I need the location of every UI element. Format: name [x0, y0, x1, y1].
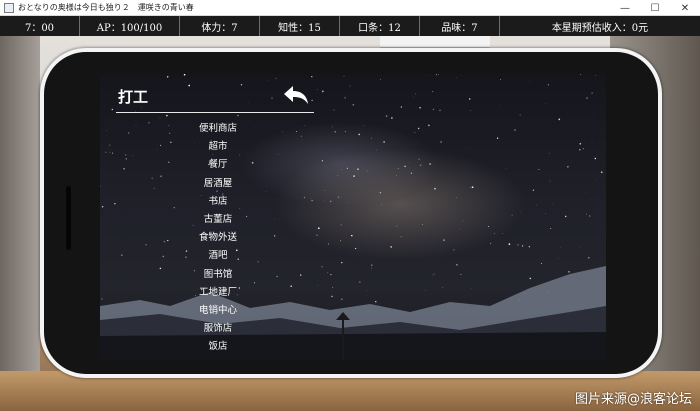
time-display: 7：00 [0, 16, 80, 36]
job-list: 便利商店 超市 餐厅 居酒屋 书店 古董店 食物外送 酒吧 图书馆 工地建厂 电销中心 服饰店 饭店 [178, 120, 258, 356]
job-item[interactable]: 饭店 [178, 338, 258, 356]
mountain-silhouette [100, 266, 606, 360]
page-title: 打工 [118, 88, 149, 106]
phone-screen: 打工 便利商店 超市 餐厅 居酒屋 书店 古董店 食物外送 酒吧 图书馆 工地建厂 电销中心 服饰店饭… [100, 74, 606, 360]
window-titlebar: おとなりの奥様は今日も独り２ 運咲きの青い春 — ☐ ✕ [0, 0, 700, 16]
job-item[interactable]: 居酒屋 [178, 175, 258, 193]
phone-device: 打工 便利商店 超市 餐厅 居酒屋 书店 古董店 食物外送 酒吧 图书馆 工地建厂 电销中心 服饰店饭… [40, 48, 662, 378]
job-item[interactable]: 食物外送 [178, 229, 258, 247]
job-item[interactable]: 服饰店 [178, 320, 258, 338]
stamina-display: 体力：7 [180, 16, 260, 36]
weekly-income-display: 本星期预估收入：0元 [551, 22, 649, 34]
ap-display: AP：100/100 [80, 16, 180, 36]
job-item[interactable]: 工地建厂 [178, 284, 258, 302]
job-item[interactable]: 酒吧 [178, 247, 258, 265]
status-bar: 7：00 AP：100/100 体力：7 知性：15 口条：12 品味：7 本星… [0, 16, 700, 36]
minimize-button[interactable]: — [610, 0, 640, 16]
watermark-text: 图片来源@浪客论坛 [574, 392, 692, 407]
job-item[interactable]: 餐厅 [178, 156, 258, 174]
back-arrow-icon [284, 86, 308, 104]
eloquence-display: 口条：12 [340, 16, 420, 36]
job-item[interactable]: 图书馆 [178, 266, 258, 284]
taste-display: 品味：7 [420, 16, 500, 36]
app-icon [4, 2, 14, 13]
job-item[interactable]: 便利商店 [178, 120, 258, 138]
job-item[interactable]: 电销中心 [178, 302, 258, 320]
job-item[interactable]: 超市 [178, 138, 258, 156]
maximize-button[interactable]: ☐ [640, 0, 670, 16]
job-item[interactable]: 书店 [178, 193, 258, 211]
window-title: おとなりの奥様は今日も独り２ 運咲きの青い春 [18, 3, 194, 12]
back-button[interactable] [282, 84, 310, 106]
intelligence-display: 知性：15 [260, 16, 340, 36]
left-wall [0, 36, 40, 411]
window-controls: — ☐ ✕ [610, 0, 700, 16]
phone-speaker-slot [66, 186, 71, 250]
title-divider [116, 112, 314, 113]
job-item[interactable]: 古董店 [178, 211, 258, 229]
air-conditioner [380, 36, 490, 48]
close-button[interactable]: ✕ [670, 0, 700, 16]
